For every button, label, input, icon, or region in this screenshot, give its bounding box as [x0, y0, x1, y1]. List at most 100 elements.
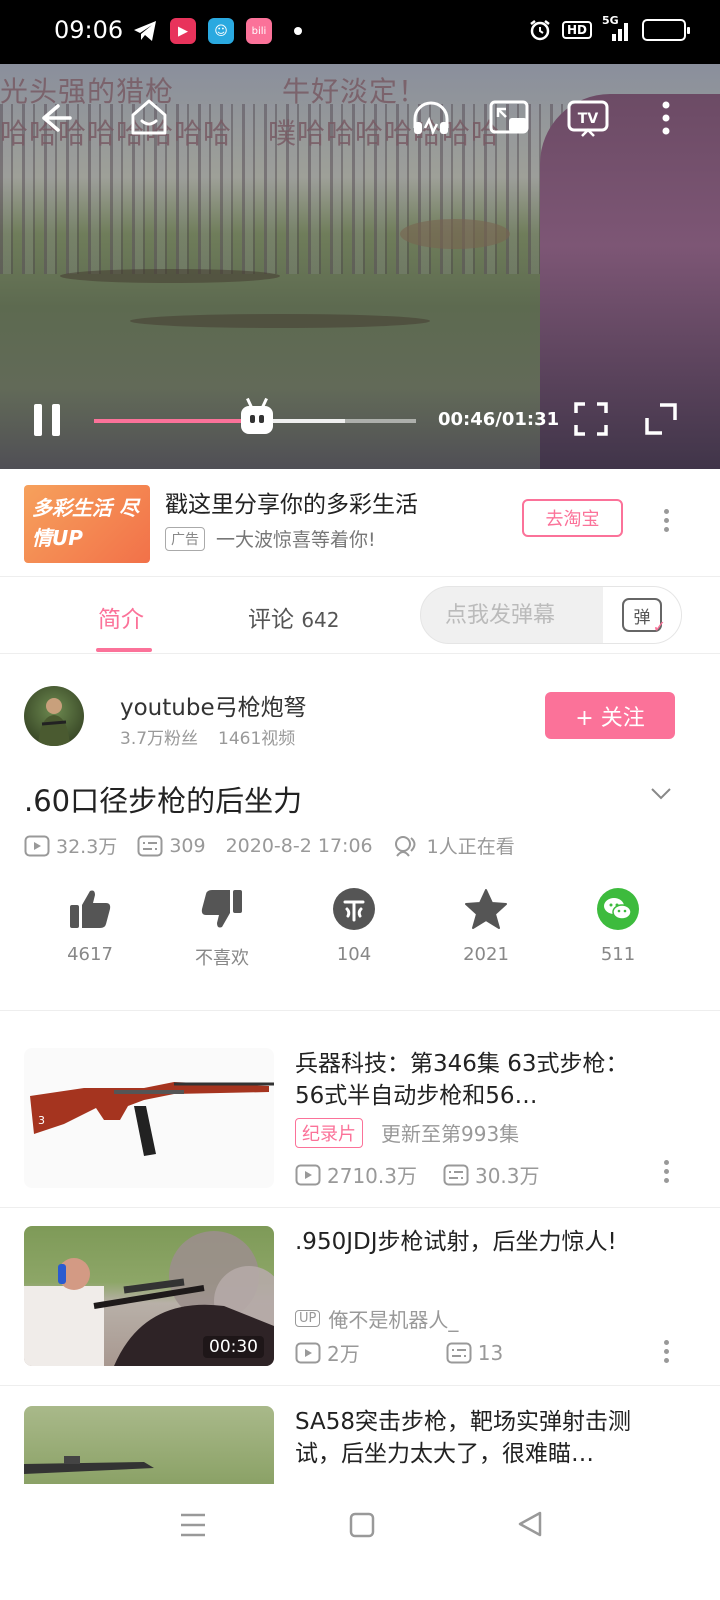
tab-intro[interactable]: 简介	[98, 600, 144, 634]
chevron-down-icon[interactable]	[650, 782, 672, 804]
status-indicators: HD 5G	[528, 14, 690, 42]
danmaku-icon: 弹	[622, 598, 666, 636]
thumbs-down-icon	[201, 890, 242, 928]
play-count-icon	[295, 1164, 321, 1185]
more-options-icon[interactable]	[664, 1340, 669, 1363]
play-count-icon	[295, 1342, 321, 1363]
favorite-button[interactable]: 2021	[420, 888, 552, 970]
publish-date: 2020-8-2 17:06	[225, 834, 373, 857]
ad-subtitle: 一大波惊喜等着你!	[216, 529, 376, 551]
detail-tabs: 简介 评论 642 弹	[0, 578, 720, 654]
related-video-item[interactable]: 00:30 .950JDJ步枪试射，后坐力惊人! UP 俺不是机器人_ 2万 1…	[0, 1226, 720, 1386]
danmaku-count-icon	[137, 835, 163, 856]
tab-comments[interactable]: 评论 642	[248, 600, 340, 634]
update-status: 更新至第993集	[381, 1122, 520, 1146]
video-meta: 32.3万 309 2020-8-2 17:06 1人正在看	[24, 832, 535, 859]
hd-badge: HD	[561, 21, 592, 39]
svg-text:3: 3	[38, 1114, 45, 1127]
status-bar: 09:06 ▶ ☺ bili HD 5G	[0, 0, 720, 64]
danmaku-comment: 噗哈哈哈哈哈哈哈	[268, 117, 501, 150]
danmaku-input[interactable]	[421, 587, 603, 643]
fullscreen-frame-icon[interactable]	[574, 402, 608, 436]
menu-icon[interactable]	[180, 1512, 206, 1538]
ad-banner[interactable]: 多彩生活 尽情UP 戳这里分享你的多彩生活 广告 一大波惊喜等着你! 去淘宝	[0, 469, 720, 577]
back-arrow-icon[interactable]	[38, 100, 74, 136]
back-button-icon[interactable]	[517, 1510, 543, 1538]
danmaku-count: 309	[169, 834, 206, 857]
dislike-label: 不喜欢	[195, 948, 249, 969]
progress-thumb[interactable]	[240, 397, 273, 434]
up-badge: UP	[295, 1310, 321, 1327]
chat-app-icon: ☺	[208, 18, 234, 44]
pause-icon[interactable]	[32, 402, 64, 438]
battery-icon	[642, 19, 690, 41]
uploader-name[interactable]: youtube弓枪炮弩	[120, 688, 307, 722]
related-title: .950JDJ步枪试射，后坐力惊人!	[295, 1229, 617, 1255]
notification-dot	[294, 27, 302, 35]
watching-count: 1人正在看	[426, 836, 515, 858]
related-thumbnail	[24, 1406, 274, 1484]
related-video-item[interactable]: 3 兵器科技：第346集 63式步枪：56式半自动步枪和56… 纪录片 更新至第…	[0, 1048, 720, 1208]
picture-in-picture-icon[interactable]	[488, 98, 530, 138]
danmaku-toggle-button[interactable]: 弹	[603, 587, 681, 643]
coin-icon	[333, 888, 375, 930]
headphone-icon[interactable]	[410, 98, 452, 138]
progress-played	[94, 419, 257, 423]
like-count: 4617	[67, 944, 113, 965]
wechat-icon	[597, 888, 639, 930]
danmaku-count-icon	[443, 1164, 469, 1185]
telegram-icon	[132, 18, 158, 44]
status-time: 09:06	[54, 16, 124, 44]
follow-button[interactable]: + 关注	[545, 692, 675, 739]
category-badge: 纪录片	[295, 1118, 363, 1148]
video-time: 00:46/01:31	[438, 409, 560, 430]
related-title: 兵器科技：第346集 63式步枪：56式半自动步枪和56…	[295, 1051, 629, 1109]
video-duration: 00:30	[203, 1336, 264, 1358]
svg-text:TV: TV	[578, 111, 599, 127]
ad-more-icon[interactable]	[664, 509, 669, 532]
tab-underline	[96, 648, 152, 652]
ad-image: 多彩生活 尽情UP	[24, 485, 150, 563]
danmaku-comment: 哈哈哈哈哈哈哈哈	[0, 117, 233, 150]
status-app-icons: ▶ ☺ bili	[132, 18, 302, 44]
share-button[interactable]: 511	[552, 888, 684, 970]
danmaku-comment: 牛好淡定！	[282, 75, 428, 108]
favorite-count: 2021	[463, 944, 509, 965]
related-uploader: 俺不是机器人_	[328, 1308, 459, 1332]
star-icon	[465, 889, 507, 929]
coin-button[interactable]: 104	[288, 888, 420, 970]
bilibili-app-icon: bili	[246, 18, 272, 44]
more-options-icon[interactable]	[660, 100, 672, 136]
view-count: 32.3万	[56, 836, 118, 858]
tv-cast-icon[interactable]: TV	[566, 98, 610, 138]
coin-count: 104	[336, 944, 372, 965]
uploader-stats: 3.7万粉丝 1461视频	[120, 724, 295, 749]
action-bar: 4617 不喜欢 104 2021 511	[24, 888, 684, 970]
alarm-icon	[530, 20, 550, 41]
avatar[interactable]	[24, 686, 84, 746]
home-button-icon[interactable]	[349, 1512, 375, 1538]
share-count: 511	[600, 944, 636, 965]
danmaku-input-box[interactable]: 弹	[420, 586, 682, 644]
ad-action-button[interactable]: 去淘宝	[522, 499, 623, 537]
watching-icon	[394, 835, 416, 857]
related-thumbnail: 00:30	[24, 1226, 274, 1366]
expand-icon[interactable]	[644, 402, 678, 436]
thumbs-up-icon	[70, 890, 111, 928]
like-button[interactable]: 4617	[24, 888, 156, 970]
video-title: .60口径步枪的后坐力	[24, 784, 303, 818]
dislike-button[interactable]: 不喜欢	[156, 888, 288, 970]
fans-count: 3.7万粉丝	[120, 729, 199, 749]
divider	[0, 1010, 720, 1011]
danmaku-count-icon	[446, 1342, 472, 1363]
videos-count: 1461视频	[218, 729, 296, 749]
home-icon[interactable]	[128, 96, 170, 138]
video-app-icon: ▶	[170, 18, 196, 44]
related-thumbnail: 3	[24, 1048, 274, 1188]
video-player[interactable]: 光头强的猎枪 牛好淡定！ 哈哈哈哈哈哈哈哈 噗哈哈哈哈哈哈哈 TV 00:46/…	[0, 64, 720, 469]
ad-title: 戳这里分享你的多彩生活	[165, 492, 418, 518]
more-options-icon[interactable]	[664, 1160, 669, 1183]
system-nav-bar	[0, 1484, 720, 1600]
related-video-item[interactable]: SA58突击步枪，靶场实弹射击测试，后坐力太大了，很难瞄…	[0, 1406, 720, 1484]
signal-icon: 5G	[602, 14, 632, 42]
